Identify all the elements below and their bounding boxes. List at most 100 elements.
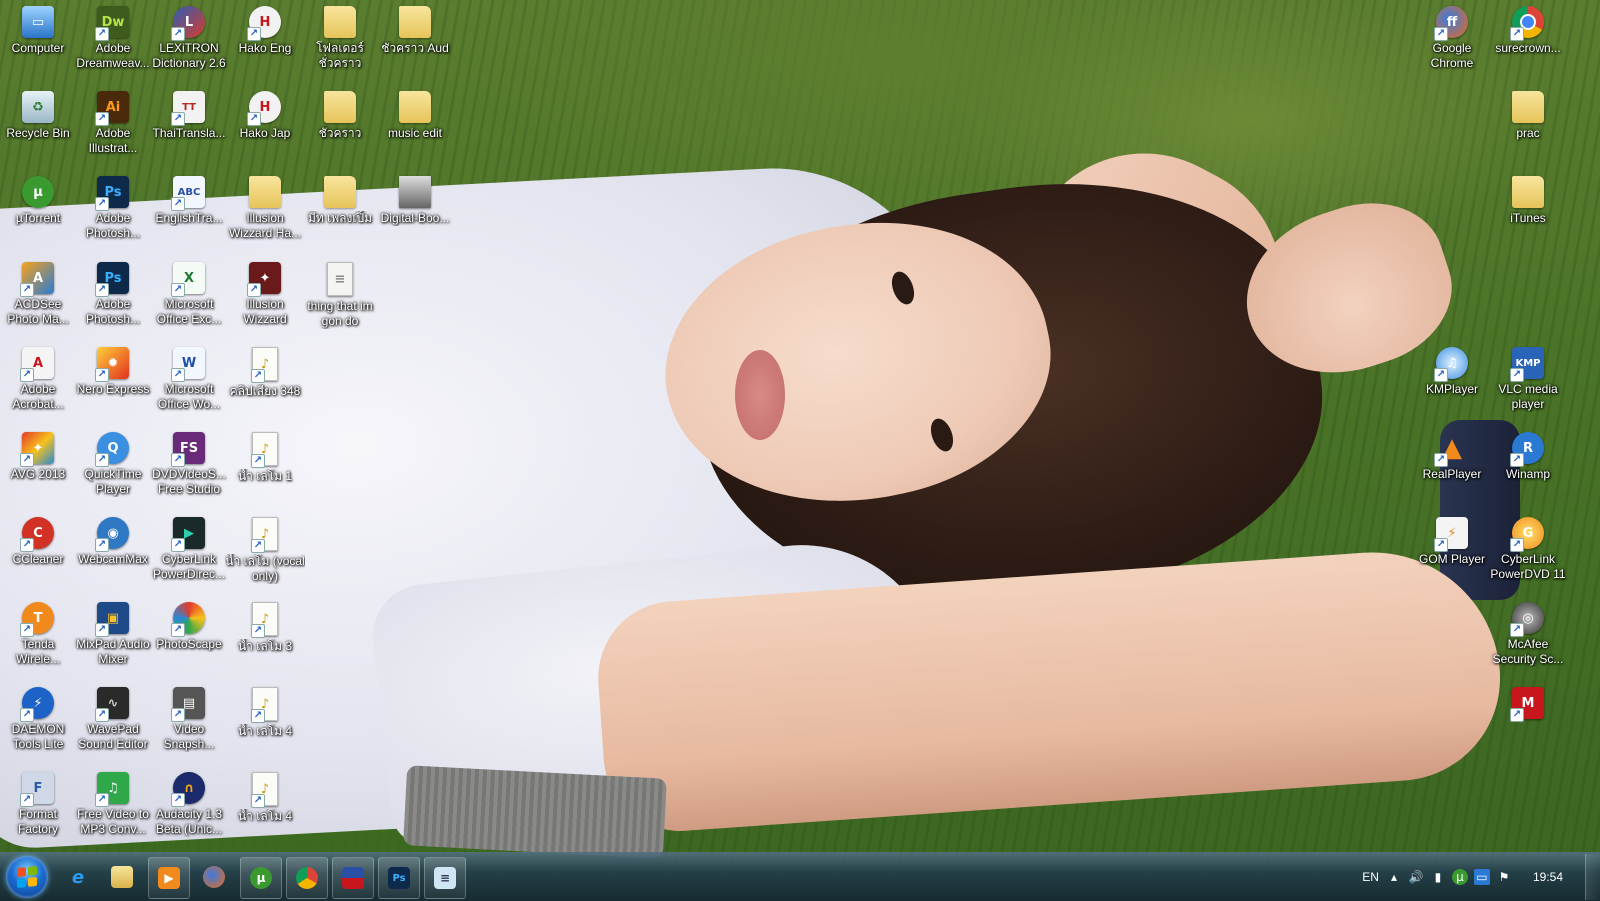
video-snapshot-shortcut[interactable]: ▤ Video Snapsh...	[151, 687, 227, 752]
hako-eng-shortcut[interactable]: H Hako Eng	[227, 6, 303, 56]
cyberlink-powerdirector-shortcut[interactable]: ▶ CyberLink PowerDirec...	[151, 517, 227, 582]
tenda-shortcut[interactable]: T Tenda Wirele...	[0, 602, 76, 667]
taskbar-notepad[interactable]: ≡	[424, 857, 466, 899]
acrobat-shortcut[interactable]: A Adobe Acrobat...	[0, 347, 76, 412]
realplayer-shortcut[interactable]: R Winamp	[1490, 432, 1566, 482]
desktop-icon-label: ThaiTransla...	[152, 126, 226, 140]
webcammax-shortcut[interactable]: ◉ WebcamMax	[75, 517, 151, 567]
kmplayer-shortcut[interactable]: KMP VLC media player	[1490, 347, 1566, 412]
chrome-shortcut[interactable]: surecrown...	[1490, 6, 1566, 56]
taskbar-flag-window[interactable]	[332, 857, 374, 899]
recycle-bin-icon: ♻	[22, 91, 54, 123]
gom-player-shortcut[interactable]: G CyberLink PowerDVD 11	[1490, 517, 1566, 582]
show-hidden-icons-icon[interactable]: ▴	[1386, 869, 1402, 885]
text-file-thing[interactable]: ≡ thing that im gon do	[302, 262, 378, 329]
photoshop-2-shortcut[interactable]: Ps Adobe Photosh...	[75, 262, 151, 327]
quicktime-icon: Q	[95, 432, 129, 467]
folder-surecrown[interactable]: prac	[1490, 91, 1566, 141]
illusion-wizzard-shortcut[interactable]: ✦ Illusion Wizzard	[227, 262, 303, 327]
acrobat-icon: A	[20, 347, 54, 382]
desktop-icon-label: surecrown...	[1495, 41, 1561, 55]
firefox-shortcut[interactable]: ff Google Chrome	[1414, 6, 1490, 71]
acdsee-shortcut[interactable]: A ACDSee Photo Ma...	[0, 262, 76, 327]
digital-boo-file[interactable]: Digital-Boo...	[377, 176, 453, 226]
winamp-shortcut[interactable]: ⚡ GOM Player	[1414, 517, 1490, 567]
photoscape-shortcut[interactable]: PhotoScape	[151, 602, 227, 652]
action-center-flag-icon[interactable]: ⚑	[1496, 869, 1512, 885]
wavepad-shortcut[interactable]: ∿ WavePad Sound Editor	[75, 687, 151, 752]
desktop-icon-label: Video Snapsh...	[163, 722, 215, 751]
audio-file-348[interactable]: ♪ คลิปเสียง 348	[227, 347, 303, 399]
audio-file-3[interactable]: ♪ น้ำ เลโม 3	[227, 602, 303, 654]
start-button[interactable]	[6, 856, 48, 898]
volume-icon[interactable]: 🔊	[1408, 869, 1424, 885]
recycle-bin-shortcut[interactable]: ♻ Recycle Bin	[0, 91, 76, 141]
folder-music-edit[interactable]: music edit	[377, 91, 453, 141]
dvdvideosoft-shortcut[interactable]: FS DVDVideoS... Free Studio	[151, 432, 227, 497]
itunes-icon: ♫	[1434, 347, 1468, 382]
vlc-shortcut[interactable]: ▲ RealPlayer	[1414, 432, 1490, 482]
mixpad-shortcut[interactable]: ▣ MixPad Audio Mixer	[75, 602, 151, 667]
audio-file-icon: ♪	[251, 432, 278, 468]
avg-shortcut[interactable]: ✦ AVG 2013	[0, 432, 76, 482]
computer-shortcut[interactable]: ▭ Computer	[0, 6, 76, 56]
desktop-icon-label: Winamp	[1505, 467, 1550, 481]
mcafee-shortcut[interactable]: M	[1490, 687, 1566, 722]
thaitransla-icon: TT	[171, 91, 205, 126]
audio-file-icon: ♪	[251, 772, 278, 808]
excel-shortcut[interactable]: X Microsoft Office Exc...	[151, 262, 227, 327]
itunes-shortcut[interactable]: ♫ KMPlayer	[1414, 347, 1490, 397]
clock[interactable]: 19:54	[1533, 870, 1563, 884]
audio-file-1[interactable]: ♪ น้ำ เลโม 1	[227, 432, 303, 484]
ccleaner-shortcut[interactable]: C CCleaner	[0, 517, 76, 567]
folder-icon	[111, 866, 133, 888]
taskbar-chrome[interactable]	[286, 857, 328, 899]
format-factory-shortcut[interactable]: F Format Factory	[0, 772, 76, 837]
daemon-tools-shortcut[interactable]: ⚡ DAEMON Tools Lite	[0, 687, 76, 752]
desktop-icon-label: music edit	[387, 126, 443, 140]
folder-thai-3[interactable]: มีท เพลงเปิ้ม	[302, 176, 378, 226]
firefox-icon	[203, 866, 225, 888]
taskbar-internet-explorer[interactable]: e	[58, 857, 98, 897]
desktop-icon-label: KMPlayer	[1425, 382, 1478, 396]
quicktime-shortcut[interactable]: Q QuickTime Player	[75, 432, 151, 497]
englishtra-icon: ABC	[171, 176, 205, 211]
utorrent-tray-icon[interactable]: µ	[1451, 869, 1468, 885]
taskbar-firefox[interactable]	[194, 857, 234, 897]
folder-icon	[249, 176, 281, 208]
illustrator-shortcut[interactable]: Ai Adobe Illustrat...	[75, 91, 151, 156]
folder-aud[interactable]: ชั่วคราว Aud	[377, 6, 453, 56]
free-video-mp3-shortcut[interactable]: ♫ Free Video to MP3 Conv...	[75, 772, 151, 837]
taskbar-media-player[interactable]: ▶	[148, 857, 190, 899]
word-shortcut[interactable]: W Microsoft Office Wo...	[151, 347, 227, 412]
folder-thai-2[interactable]: ชั่วคราว	[302, 91, 378, 141]
photoshop-1-shortcut[interactable]: Ps Adobe Photosh...	[75, 176, 151, 241]
taskbar-utorrent[interactable]: µ	[240, 857, 282, 899]
folder-prac[interactable]: iTunes	[1490, 176, 1566, 226]
englishtra-shortcut[interactable]: ABC EnglishTra...	[151, 176, 227, 226]
taskbar-windows-explorer[interactable]	[102, 857, 142, 897]
hako-jap-shortcut[interactable]: H Hako Jap	[227, 91, 303, 141]
utorrent-shortcut[interactable]: µ µTorrent	[0, 176, 76, 226]
audio-file-vocal[interactable]: ♪ น้ำ เลโม (vocal only)	[225, 517, 305, 584]
desktop-icon-label: Adobe Illustrat...	[88, 126, 138, 155]
show-desktop-button[interactable]	[1585, 854, 1600, 900]
illusion-wizzard-ha-shortcut[interactable]: Illusion Wizzard Ha...	[227, 176, 303, 241]
language-indicator[interactable]: EN	[1362, 870, 1379, 884]
powerdvd-shortcut[interactable]: ◎ McAfee Security Sc...	[1490, 602, 1566, 667]
desktop-icon-label: Illusion Wizzard Ha...	[228, 211, 301, 240]
desktop-icon-label: Audacity 1.3 Beta (Unic...	[155, 807, 223, 836]
network-signal-icon[interactable]: ▮	[1430, 869, 1446, 885]
thaitransla-shortcut[interactable]: TT ThaiTransla...	[151, 91, 227, 141]
folder-thai-1[interactable]: โฟลเดอร์ชั่วคราว	[302, 6, 378, 71]
taskbar-photoshop[interactable]: Ps	[378, 857, 420, 899]
dreamweaver-shortcut[interactable]: Dw Adobe Dreamweav...	[75, 6, 151, 71]
utorrent-icon: µ	[22, 176, 54, 208]
nero-express-shortcut[interactable]: ✹ Nero Express	[75, 347, 151, 397]
audio-file-4a[interactable]: ♪ น้ำ เลโม 4	[227, 687, 303, 739]
audacity-shortcut[interactable]: ∩ Audacity 1.3 Beta (Unic...	[151, 772, 227, 837]
lexitron-shortcut[interactable]: L LEXiTRON Dictionary 2.6	[151, 6, 227, 71]
audio-file-4b[interactable]: ♪ น้ำ เลโม 4	[227, 772, 303, 824]
display-tray-icon[interactable]: ▭	[1473, 869, 1490, 885]
mixpad-icon: ▣	[95, 602, 129, 637]
